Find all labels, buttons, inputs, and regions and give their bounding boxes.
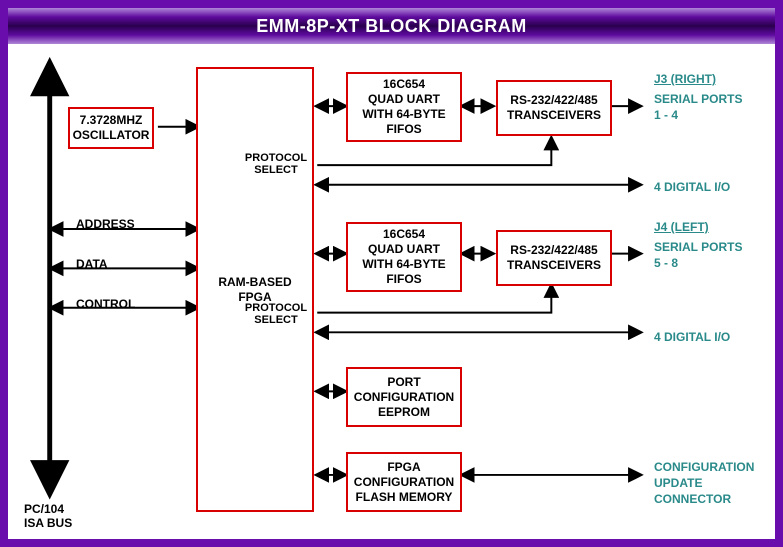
label-protocol-select-1: PROTOCOL SELECT xyxy=(241,152,311,176)
block-fpga-flash: FPGA CONFIGURATION FLASH MEMORY xyxy=(346,452,462,512)
label-config-1: CONFIGURATION xyxy=(654,460,754,474)
label-serial-1-4-b: 1 - 4 xyxy=(654,108,678,122)
label-config-2: UPDATE xyxy=(654,476,702,490)
label-protocol-select-2: PROTOCOL SELECT xyxy=(241,302,311,326)
diagram-canvas: PC/104 ISA BUS 7.3728MHZ OSCILLATOR RAM-… xyxy=(16,52,767,531)
label-j3: J3 (RIGHT) xyxy=(654,72,716,86)
bus-label-1: PC/104 xyxy=(24,502,64,516)
block-uart-2: 16C654 QUAD UART WITH 64-BYTE FIFOS xyxy=(346,222,462,292)
label-j4: J4 (LEFT) xyxy=(654,220,709,234)
block-uart-1: 16C654 QUAD UART WITH 64-BYTE FIFOS xyxy=(346,72,462,142)
block-fpga: RAM-BASED FPGA xyxy=(196,67,314,512)
diagram-frame: EMM-8P-XT BLOCK DIAGRAM xyxy=(0,0,783,547)
label-digital-io-1: 4 DIGITAL I/O xyxy=(654,180,730,194)
label-serial-5-8-b: 5 - 8 xyxy=(654,256,678,270)
label-config-3: CONNECTOR xyxy=(654,492,731,506)
block-port-eeprom: PORT CONFIGURATION EEPROM xyxy=(346,367,462,427)
diagram-title: EMM-8P-XT BLOCK DIAGRAM xyxy=(256,16,527,36)
bus-label-2: ISA BUS xyxy=(24,516,72,530)
label-serial-1-4-a: SERIAL PORTS xyxy=(654,92,742,106)
block-oscillator: 7.3728MHZ OSCILLATOR xyxy=(68,107,154,149)
block-transceivers-2: RS-232/422/485 TRANSCEIVERS xyxy=(496,230,612,286)
label-digital-io-2: 4 DIGITAL I/O xyxy=(654,330,730,344)
title-bar: EMM-8P-XT BLOCK DIAGRAM xyxy=(8,8,775,44)
label-control: CONTROL xyxy=(76,297,135,311)
label-serial-5-8-a: SERIAL PORTS xyxy=(654,240,742,254)
block-transceivers-1: RS-232/422/485 TRANSCEIVERS xyxy=(496,80,612,136)
label-data: DATA xyxy=(76,257,108,271)
label-address: ADDRESS xyxy=(76,217,135,231)
